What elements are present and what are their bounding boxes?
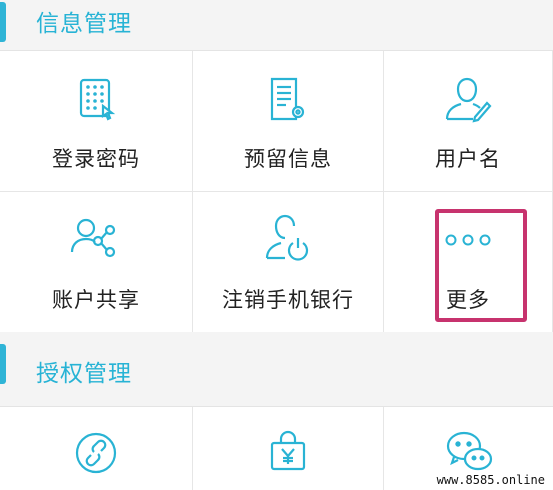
auth-link-item[interactable] (0, 407, 193, 490)
user-power-icon (263, 212, 313, 268)
reserved-info-item[interactable]: 预留信息 (193, 51, 384, 192)
cancel-mobile-banking-item[interactable]: 注销手机银行 (193, 192, 384, 333)
item-label: 预留信息 (244, 147, 332, 171)
auth-payment-item[interactable] (193, 407, 384, 490)
section-accent-bar (0, 2, 6, 42)
section-accent-bar (0, 344, 6, 384)
wechat-icon (444, 429, 494, 477)
user-share-icon (70, 216, 122, 264)
watermark-text: www.8585.online (434, 473, 547, 487)
auth-section-title: 授权管理 (36, 361, 132, 387)
account-share-item[interactable]: 账户共享 (0, 192, 193, 333)
keypad-icon (76, 77, 116, 127)
login-password-item[interactable]: 登录密码 (0, 51, 193, 192)
document-settings-icon (268, 75, 308, 127)
item-label: 登录密码 (52, 147, 140, 171)
auth-section-header: 授权管理 (0, 332, 553, 406)
item-label: 账户共享 (52, 288, 140, 312)
user-edit-icon (443, 75, 493, 127)
item-label: 注销手机银行 (222, 288, 354, 312)
info-section-title: 信息管理 (36, 11, 132, 37)
highlight-box (435, 209, 527, 322)
info-section-header: 信息管理 (0, 0, 553, 50)
username-item[interactable]: 用户名 (384, 51, 553, 192)
item-label: 用户名 (435, 147, 501, 171)
yen-bag-icon (266, 429, 310, 481)
link-icon (74, 431, 118, 479)
